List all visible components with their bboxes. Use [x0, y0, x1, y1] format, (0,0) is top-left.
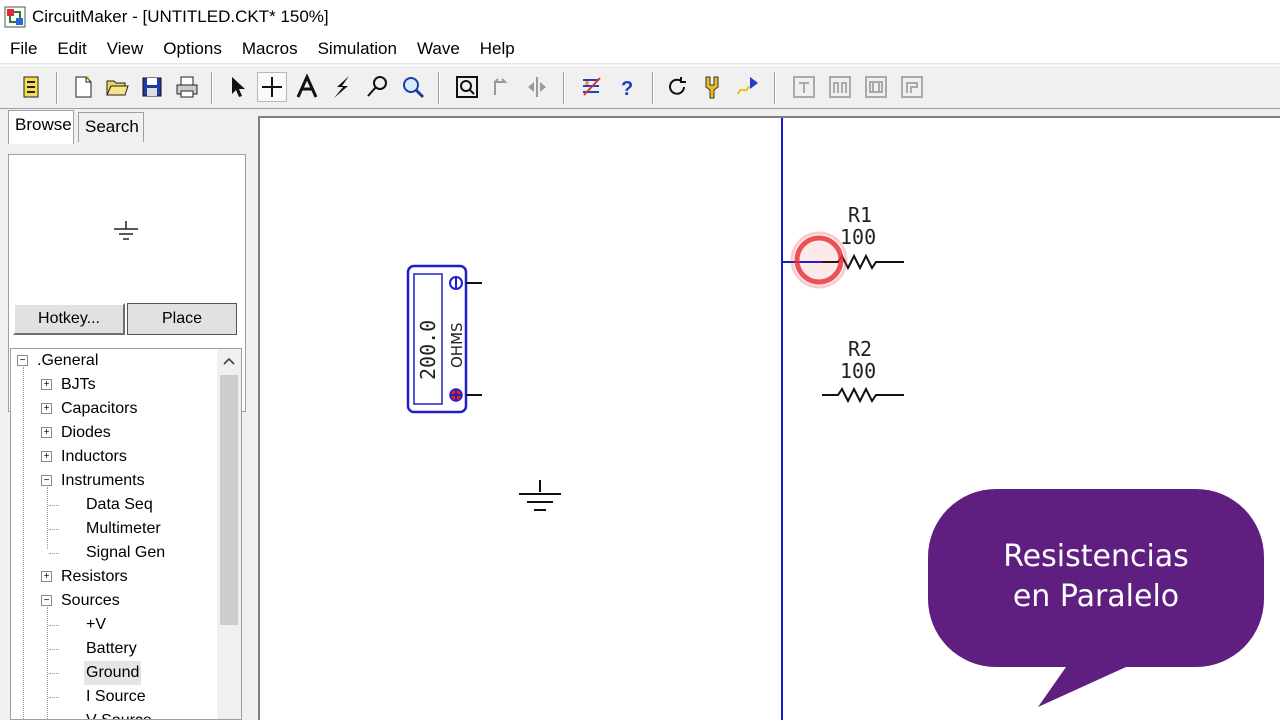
- macro-lock-icon[interactable]: [861, 72, 891, 102]
- toolbar-separator: [774, 72, 776, 104]
- r1-name: R1: [848, 203, 872, 227]
- caption-line-2: en Paralelo: [1012, 579, 1180, 614]
- title-bar: CircuitMaker - [UNTITLED.CKT* 150%]: [0, 0, 1280, 34]
- tree-guide-line: [49, 553, 59, 554]
- hotkey-button[interactable]: Hotkey...: [13, 303, 125, 335]
- tree-scrollbar[interactable]: [217, 349, 241, 719]
- toolbar-separator: [438, 72, 440, 104]
- macro-expand-icon[interactable]: [789, 72, 819, 102]
- ground-symbol[interactable]: [519, 480, 561, 511]
- circuitmaker-logo-icon: [4, 6, 26, 28]
- probe-tool-icon[interactable]: [327, 72, 357, 102]
- r2-value: 100: [840, 359, 876, 383]
- scroll-up-icon[interactable]: [217, 349, 241, 373]
- parts-panel: Browse Search Hotkey... Place − .General…: [0, 110, 252, 720]
- cursor-highlight: [790, 231, 848, 289]
- menu-edit[interactable]: Edit: [47, 34, 96, 64]
- mirror-icon[interactable]: [522, 72, 552, 102]
- menu-view[interactable]: View: [97, 34, 154, 64]
- expand-icon[interactable]: +: [41, 379, 52, 390]
- zoom-tool-icon[interactable]: [398, 72, 428, 102]
- toolbar: ?: [0, 65, 1280, 109]
- macro-unlock-icon[interactable]: [897, 72, 927, 102]
- menu-simulation[interactable]: Simulation: [308, 34, 407, 64]
- wand-tool-icon[interactable]: [362, 72, 392, 102]
- zoom-fit-icon[interactable]: [452, 72, 482, 102]
- meter-unit: OHMS: [448, 322, 466, 368]
- toolbar-separator: [211, 72, 213, 104]
- ground-symbol-icon: [114, 221, 138, 240]
- wire-tool-icon[interactable]: [257, 72, 287, 102]
- scrollbar-thumb[interactable]: [220, 375, 238, 625]
- r1-value: 100: [840, 225, 876, 249]
- parts-browser-icon[interactable]: [16, 72, 46, 102]
- collapse-icon[interactable]: −: [17, 355, 28, 366]
- collapse-icon[interactable]: −: [41, 475, 52, 486]
- resistor-r2[interactable]: [822, 386, 904, 404]
- new-file-icon[interactable]: [68, 72, 98, 102]
- tree-guide-line: [49, 529, 59, 530]
- expand-icon[interactable]: +: [41, 571, 52, 582]
- tree-guide-line: [47, 607, 48, 719]
- macro-create-icon[interactable]: [825, 72, 855, 102]
- collapse-icon[interactable]: −: [41, 595, 52, 606]
- caption-line-1: Resistencias: [1003, 539, 1189, 574]
- tab-search[interactable]: Search: [78, 112, 144, 142]
- svg-text:?: ?: [621, 78, 633, 100]
- save-icon[interactable]: [137, 72, 167, 102]
- tree-guide-line: [49, 505, 59, 506]
- rotate-icon[interactable]: [487, 72, 517, 102]
- toolbar-separator: [652, 72, 654, 104]
- reset-icon[interactable]: [662, 72, 692, 102]
- tree-guide-line: [49, 625, 59, 626]
- tree-guide-line: [49, 649, 59, 650]
- fault-icon[interactable]: [697, 72, 727, 102]
- window-title: CircuitMaker - [UNTITLED.CKT* 150%]: [32, 7, 329, 26]
- r2-name: R2: [848, 337, 872, 361]
- toolbar-separator: [563, 72, 565, 104]
- arrow-tool-icon[interactable]: [222, 72, 252, 102]
- menu-options[interactable]: Options: [153, 34, 232, 64]
- place-button[interactable]: Place: [127, 303, 237, 335]
- text-tool-icon[interactable]: [292, 72, 322, 102]
- help-icon[interactable]: ?: [612, 72, 642, 102]
- tree-guide-line: [47, 487, 48, 549]
- print-icon[interactable]: [172, 72, 202, 102]
- parts-tree: − .General + BJTs + Capacitors + Diodes …: [10, 348, 242, 720]
- tree-guide-line: [49, 673, 59, 674]
- menu-bar: File Edit View Options Macros Simulation…: [0, 34, 1280, 64]
- tree-guide-line: [23, 367, 24, 719]
- tab-browse[interactable]: Browse: [8, 110, 74, 144]
- toolbar-separator: [56, 72, 58, 104]
- menu-file[interactable]: File: [0, 34, 47, 64]
- menu-macros[interactable]: Macros: [232, 34, 308, 64]
- expand-icon[interactable]: +: [41, 427, 52, 438]
- simulation-run-icon[interactable]: [733, 72, 763, 102]
- expand-icon[interactable]: +: [41, 403, 52, 414]
- caption-text: Resistencias en Paralelo: [926, 537, 1266, 617]
- open-folder-icon[interactable]: [102, 72, 132, 102]
- tree-guide-line: [49, 697, 59, 698]
- menu-wave[interactable]: Wave: [407, 34, 470, 64]
- caption-bubble: Resistencias en Paralelo: [926, 489, 1266, 709]
- meter-reading: 200.0: [416, 320, 440, 380]
- menu-help[interactable]: Help: [470, 34, 525, 64]
- app-window: CircuitMaker - [UNTITLED.CKT* 150%] File…: [0, 0, 1280, 720]
- expand-icon[interactable]: +: [41, 451, 52, 462]
- digital-trace-icon[interactable]: [577, 72, 607, 102]
